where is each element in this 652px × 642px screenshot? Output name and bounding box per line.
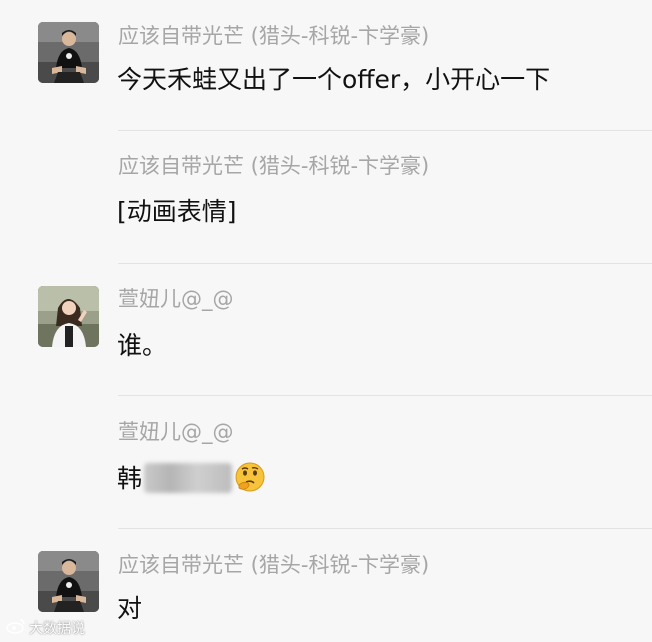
redacted-blur: [144, 463, 233, 493]
chat-window: 应该自带光芒 (猎头-科锐-卞学豪) 今天禾蛙又出了一个offer，小开心一下 …: [0, 0, 652, 642]
divider: [118, 528, 652, 529]
sender-name: 萱妞儿@_@: [118, 420, 234, 444]
message-text-prefix: 韩: [117, 464, 143, 493]
message-text: [动画表情]: [117, 197, 237, 226]
message-text: 今天禾蛙又出了一个offer，小开心一下: [117, 65, 551, 94]
sender-name: 应该自带光芒 (猎头-科锐-卞学豪): [118, 24, 430, 48]
message-text: 对: [117, 594, 143, 623]
sender-name: 应该自带光芒 (猎头-科锐-卞学豪): [118, 553, 430, 577]
sender-name: 应该自带光芒 (猎头-科锐-卞学豪): [118, 154, 430, 178]
sender-name: 萱妞儿@_@: [118, 287, 234, 311]
divider: [118, 263, 652, 264]
message-text: 谁。: [117, 331, 168, 360]
avatar[interactable]: [38, 551, 99, 612]
weibo-icon: [6, 618, 26, 638]
divider: [118, 395, 652, 396]
thinking-emoji-icon: [234, 461, 266, 493]
avatar[interactable]: [38, 22, 99, 83]
watermark-text: 大数据说: [29, 621, 85, 637]
avatar[interactable]: [38, 286, 99, 347]
divider: [118, 130, 652, 131]
watermark: 大数据说: [6, 618, 85, 638]
message-text: 韩: [117, 461, 266, 495]
